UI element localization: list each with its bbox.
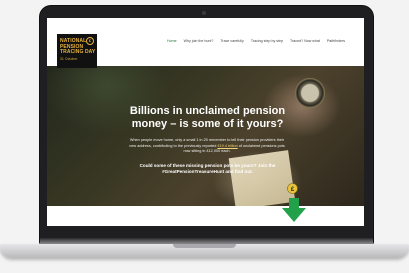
page-footer-band: [47, 206, 364, 226]
map-pin-icon: £: [287, 183, 298, 194]
nav-item-pathfinders[interactable]: Pathfinders: [327, 39, 345, 43]
hero-headline: Billions in unclaimed pension money – is…: [129, 105, 286, 130]
hero-paragraph: When people move home, only a small 1 in…: [127, 138, 287, 155]
site-header: NATIONAL PENSION TRACING DAY 31 October …: [47, 18, 364, 68]
hero-paragraph-link[interactable]: £19.4 billion: [217, 144, 237, 148]
arrow-icon: [282, 198, 306, 222]
webcam: [202, 11, 206, 15]
nav-item-home[interactable]: Home: [167, 39, 177, 43]
hero-content: Billions in unclaimed pension money – is…: [47, 66, 364, 206]
site-logo[interactable]: NATIONAL PENSION TRACING DAY 31 October …: [57, 34, 97, 68]
browser-screen: NATIONAL PENSION TRACING DAY 31 October …: [47, 18, 364, 226]
logo-date: 31 October: [60, 56, 78, 61]
laptop-base-notch: [173, 244, 236, 248]
nav-item-trace-carefully[interactable]: Trace carefully: [220, 39, 243, 43]
logo-badge-icon: £: [86, 37, 94, 45]
nav-item-tracing-steps[interactable]: Tracing step by step: [251, 39, 283, 43]
nav-item-why-join[interactable]: Why join the hunt?: [184, 39, 214, 43]
hero-call-to-action: Could some of these missing pension pots…: [139, 163, 276, 174]
nav-item-traced-now-what[interactable]: Traced? Now what: [290, 39, 320, 43]
hero-banner: Billions in unclaimed pension money – is…: [47, 66, 364, 206]
main-nav: Home Why join the hunt? Trace carefully …: [167, 39, 345, 43]
laptop-frame: NATIONAL PENSION TRACING DAY 31 October …: [0, 0, 409, 273]
logo-line-3: TRACING DAY: [60, 49, 96, 56]
